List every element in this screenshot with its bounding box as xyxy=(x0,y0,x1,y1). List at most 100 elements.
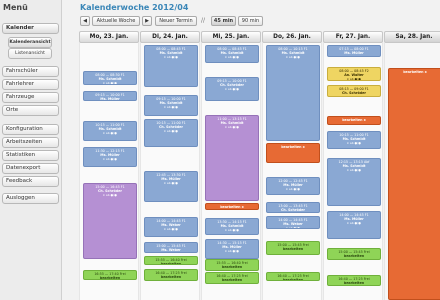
appointment[interactable]: 08:00 — 10:15 F1 Ms. Schmidt k ab ●/● xyxy=(266,45,320,141)
appointment[interactable]: 11:30 — 12:15 F1 Ms. Müller k ab ●/● xyxy=(83,147,137,167)
appointment[interactable]: 15:00 — 15:45 F1Ms. Weberk ab ●/● xyxy=(144,242,198,253)
appointment[interactable]: 08:00 — 08:45 F2 An. Walter k ab ●/● xyxy=(327,67,381,81)
event-actions[interactable]: k ab ●/● xyxy=(84,193,136,197)
day-body[interactable]: 08:00 — 08:30 F1 Ms. Schmidt k ab ●/● 09:15… xyxy=(79,43,139,300)
free-slot[interactable]: 16:40 — 17:25 Frei bearbeiten xyxy=(266,272,320,281)
event-actions[interactable]: k ab ●/● xyxy=(328,55,380,56)
event-actions[interactable]: k ab ●/● xyxy=(267,55,319,59)
blocked-slot[interactable]: bearbeiten x xyxy=(327,116,381,125)
event-actions[interactable]: k ab ●/● xyxy=(145,55,197,59)
appointment[interactable]: 14:00 — 14:45 F1 Ms. Weber k ab ●/● xyxy=(266,216,320,229)
event-actions[interactable]: k ab ●/● xyxy=(84,131,136,135)
event-actions[interactable]: k ab ●/● xyxy=(84,81,136,84)
appointment[interactable]: 08:00 — 08:30 F1 Ms. Schmidt k ab ●/● xyxy=(83,71,137,85)
blocked-slot[interactable]: bearbeiten x xyxy=(266,143,320,163)
day-body[interactable]: 08:00 — 08:45 F1 Ms. Schmidt k ab ●/● 09:15… xyxy=(201,43,261,300)
next-week-button[interactable]: ▶ xyxy=(142,16,152,26)
duration-90-button[interactable]: 90 min xyxy=(238,16,263,26)
event-actions[interactable]: k ab ●/● xyxy=(206,87,258,91)
event-actions[interactable]: k ab ●/● xyxy=(267,226,319,228)
sidebar-item-ausloggen[interactable]: Ausloggen xyxy=(2,193,59,204)
event-actions[interactable]: k ab ●/● xyxy=(328,141,380,145)
duration-45-button[interactable]: 45 min xyxy=(211,16,236,26)
sidebar-item-fahrsch-ler[interactable]: Fahrschüler xyxy=(2,66,59,77)
free-slot[interactable]: 15:55 — 16:40 Frei bearbeiten xyxy=(144,256,198,265)
free-slot[interactable]: 16:40 — 17:25 Frei bearbeiten xyxy=(205,272,259,284)
day-column: Mi, 25. Jan. 08:00 — 08:45 F1 Ms. Schmidt k… xyxy=(201,31,261,300)
event-title: bearbeiten xyxy=(99,276,121,280)
sidebar-item-orte[interactable]: Orte xyxy=(2,105,59,116)
event-actions[interactable]: k ab ●/● xyxy=(328,221,380,225)
appointment[interactable]: 14:00 — 14:45 F1 Ms. Müller k ab ●/● xyxy=(327,211,381,239)
event-title: bearbeiten x xyxy=(220,205,244,209)
sidebar-item-fahrzeuge[interactable]: Fahrzeuge xyxy=(2,92,59,103)
day-body[interactable]: 07:15 — 08:00 F1Ms. Müllerk ab ●/● 08:00 … xyxy=(323,43,383,300)
appointment[interactable]: 10:15 — 11:00 F1 Ms. Schmidt k ab ●/● xyxy=(83,121,137,141)
appointment[interactable]: 12:15 — 13:15 Abf Ms. Schmidt k ab ●/● xyxy=(327,158,381,206)
event-actions[interactable]: k ab ●/● xyxy=(328,95,380,96)
free-slot[interactable]: 15:00 — 15:45 Frei bearbeiten xyxy=(327,248,381,260)
free-slot[interactable]: 16:40 — 17:25 Frei bearbeiten xyxy=(327,275,381,286)
event-title: bearbeiten x xyxy=(403,70,427,74)
event-actions[interactable]: k ab ●/● xyxy=(145,129,197,133)
appointment[interactable]: 14:30 — 15:15 F1 Ms. Müller k ab ●/● xyxy=(205,239,259,259)
appointment[interactable]: 07:15 — 08:00 F1Ms. Müllerk ab ●/● xyxy=(327,45,381,57)
day-header: Mo, 23. Jan. xyxy=(79,31,139,43)
event-actions[interactable]: k ab ●/● xyxy=(84,157,136,161)
event-actions[interactable]: k ab ●/● xyxy=(145,227,197,231)
event-actions[interactable]: k ab ●/● xyxy=(267,187,319,191)
sidebar-item-feedback[interactable]: Feedback xyxy=(2,176,59,187)
event-actions[interactable]: k ab ●/● xyxy=(267,212,319,213)
sidebar-item-listenansicht[interactable]: Listenansicht xyxy=(8,48,52,59)
event-title: bearbeiten xyxy=(282,247,304,252)
sidebar-item-statistiken[interactable]: Statistiken xyxy=(2,150,59,161)
new-appointment-button[interactable]: Neuer Termin xyxy=(155,16,197,26)
free-slot[interactable]: 15:55 — 16:40 Frei bearbeiten xyxy=(205,259,259,271)
event-title: bearbeiten xyxy=(282,278,304,281)
prev-week-button[interactable]: ◀ xyxy=(80,16,90,26)
event-actions[interactable]: k ab ●/● xyxy=(145,105,197,109)
sidebar-item-datenexport[interactable]: Datenexport xyxy=(2,163,59,174)
appointment[interactable]: 08:15 — 09:00 F1Ch. Schröderk ab ●/● xyxy=(327,85,381,97)
day-header: Do, 26. Jan. xyxy=(262,31,322,43)
appointment[interactable]: 13:30 — 14:15 F1 Ms. Schmidt k ab ●/● xyxy=(205,218,259,235)
appointment[interactable]: 13:00 — 13:45 F1Ch. Schröderk ab ●/● xyxy=(266,202,320,213)
sidebar-item-konfiguration[interactable]: Konfiguration xyxy=(2,124,59,135)
appointment[interactable]: 12:00 — 12:45 F1 Ms. Müller k ab ●/● xyxy=(266,177,320,195)
event-actions[interactable]: k ab ●/● xyxy=(206,228,258,232)
appointment[interactable]: 09:15 — 10:00 F1 Ms. Schmidt k ab ●/● xyxy=(144,95,198,116)
current-week-button[interactable]: Aktuelle Woche xyxy=(92,16,140,26)
day-column: Fr, 27. Jan.07:15 — 08:00 F1Ms. Müllerk … xyxy=(323,31,383,300)
event-actions[interactable]: k ab ●/● xyxy=(328,77,380,80)
appointment[interactable]: 15:00 — 16:45 F1 Ch. Schröder k ab ●/● xyxy=(83,183,137,259)
appointment[interactable]: 12:45 — 13:30 F1 Ms. Müller k ab ●/● xyxy=(144,171,198,202)
sidebar-item-kalenderansicht[interactable]: Kalenderansicht xyxy=(8,37,52,48)
day-body[interactable]: 08:00 — 10:15 F1 Ms. Schmidt k ab ●/● bearb… xyxy=(262,43,322,300)
appointment[interactable]: 08:00 — 08:45 F1 Ms. Schmidt k ab ●/● xyxy=(144,45,198,87)
free-slot[interactable]: 16:55 — 17:40 Frei bearbeiten xyxy=(83,270,137,280)
day-body[interactable]: bearbeiten x xyxy=(384,43,440,300)
sidebar-item-fahrlehrer[interactable]: Fahrlehrer xyxy=(2,79,59,90)
appointment[interactable]: 10:15 — 11:00 F1 Ch. Schröder k ab ●/● xyxy=(144,119,198,147)
blocked-slot[interactable]: bearbeiten x xyxy=(388,68,440,300)
blocked-slot[interactable]: bearbeiten x xyxy=(205,203,259,210)
event-title: bearbeiten xyxy=(343,281,365,286)
sidebar-item-kalender[interactable]: Kalender xyxy=(2,23,59,34)
free-slot[interactable]: 16:40 — 17:25 Frei bearbeiten xyxy=(144,269,198,281)
event-actions[interactable]: k ab ●/● xyxy=(145,181,197,185)
event-actions[interactable]: k ab ●/● xyxy=(206,125,258,129)
event-title: bearbeiten xyxy=(343,254,365,259)
appointment[interactable]: 08:00 — 08:45 F1 Ms. Schmidt k ab ●/● xyxy=(205,45,259,63)
event-actions[interactable]: k ab ●/● xyxy=(206,249,258,253)
appointment[interactable]: 09:15 — 10:00 F1Ms. Müllerk ab ●/● xyxy=(83,91,137,101)
day-body[interactable]: 08:00 — 08:45 F1 Ms. Schmidt k ab ●/● 09:15… xyxy=(140,43,200,300)
free-slot[interactable]: 15:00 — 15:45 Frei bearbeiten xyxy=(266,241,320,255)
event-actions[interactable]: k ab ●/● xyxy=(206,55,258,59)
appointment[interactable]: 09:15 — 10:00 F1 Ch. Schröder k ab ●/● xyxy=(205,77,259,101)
event-actions[interactable]: k ab ●/● xyxy=(328,168,380,172)
appointment[interactable]: 10:15 — 11:00 F1 Ms. Schmidt k ab ●/● xyxy=(327,131,381,149)
appointment[interactable]: 14:00 — 14:45 F1 Ms. Weber k ab ●/● xyxy=(144,217,198,237)
appointment[interactable]: 11:00 — 13:15 F1 Ms. Schmidt k ab ●/● xyxy=(205,115,259,201)
event-actions[interactable]: k ab ●/● xyxy=(145,252,197,253)
sidebar-item-arbeitszeiten[interactable]: Arbeitszeiten xyxy=(2,137,59,148)
